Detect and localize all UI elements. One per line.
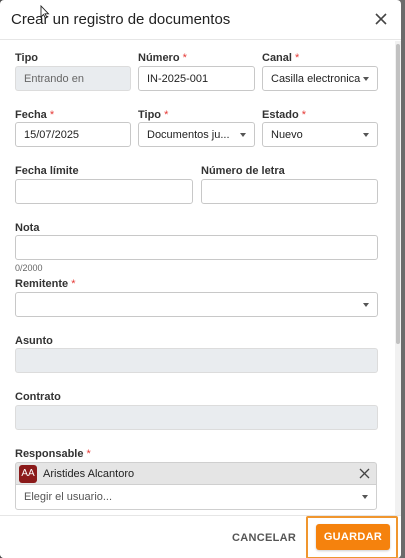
create-document-dialog: Crear un registro de documentos Tipo Ent…	[0, 0, 401, 558]
tipo-field: Entrando en	[15, 66, 131, 91]
save-button[interactable]: GUARDAR	[316, 524, 390, 550]
estado-label: Estado *	[262, 109, 307, 121]
mouse-cursor-icon	[40, 5, 50, 19]
numero-input[interactable]: IN-2025-001	[138, 66, 255, 91]
responsable-selected-chip: AA Aristides Alcantoro	[15, 462, 377, 484]
avatar: AA	[19, 464, 37, 483]
remitente-select[interactable]	[15, 292, 378, 317]
asunto-label: Asunto	[15, 335, 53, 347]
canal-label: Canal *	[262, 52, 300, 64]
nota-counter: 0/2000	[15, 263, 43, 273]
chevron-down-icon	[363, 77, 369, 81]
responsable-selected-name: Aristides Alcantoro	[43, 467, 135, 480]
chevron-down-icon	[240, 133, 246, 137]
estado-select[interactable]: Nuevo	[262, 122, 378, 147]
dialog-header: Crear un registro de documentos	[0, 0, 401, 40]
canal-select[interactable]: Casilla electronica	[262, 66, 378, 91]
chevron-down-icon	[363, 303, 369, 307]
responsable-user-select[interactable]: Elegir el usuario...	[15, 484, 377, 510]
contrato-label: Contrato	[15, 391, 61, 403]
nota-input[interactable]	[15, 235, 378, 260]
tipo-documento-label: Tipo *	[138, 109, 169, 121]
chevron-down-icon	[363, 133, 369, 137]
close-icon	[375, 13, 387, 25]
remitente-label: Remitente *	[15, 278, 76, 290]
fecha-label: Fecha *	[15, 109, 55, 121]
dialog-body: Tipo Entrando en Número * IN-2025-001 Ca…	[0, 41, 401, 515]
nota-label: Nota	[15, 222, 40, 234]
scrollbar-thumb[interactable]	[396, 44, 400, 344]
responsable-label: Responsable *	[15, 448, 91, 460]
tipo-label: Tipo	[15, 52, 39, 64]
dialog-footer: CANCELAR GUARDAR	[0, 515, 401, 558]
cancel-button[interactable]: CANCELAR	[232, 529, 296, 547]
numero-label: Número *	[138, 52, 187, 64]
fecha-limite-label: Fecha límite	[15, 165, 79, 177]
close-icon[interactable]	[359, 468, 370, 479]
tipo-documento-select[interactable]: Documentos ju...	[138, 122, 255, 147]
asunto-field	[15, 348, 378, 373]
numero-letra-label: Número de letra	[201, 165, 285, 177]
close-button[interactable]	[371, 9, 391, 29]
fecha-input[interactable]: 15/07/2025	[15, 122, 131, 147]
contrato-field	[15, 405, 378, 430]
chevron-down-icon	[362, 495, 368, 499]
fecha-limite-input[interactable]	[15, 179, 193, 204]
numero-letra-input[interactable]	[201, 179, 378, 204]
